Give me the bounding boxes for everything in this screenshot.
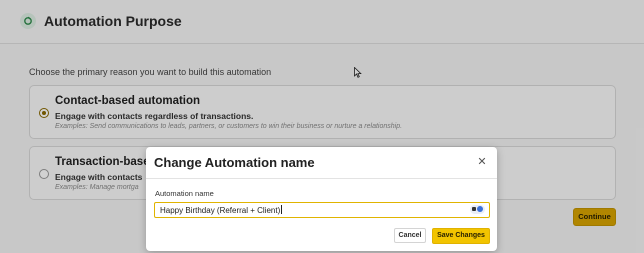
dialog-divider xyxy=(146,178,497,179)
save-changes-button[interactable]: Save Changes xyxy=(432,228,490,244)
text-caret xyxy=(281,205,283,214)
cancel-button[interactable]: Cancel xyxy=(394,228,426,243)
close-icon[interactable]: ✕ xyxy=(476,156,488,168)
automation-name-label: Automation name xyxy=(155,189,214,198)
dialog-title: Change Automation name xyxy=(154,155,315,170)
info-icon xyxy=(477,206,483,212)
automation-name-value: Happy Birthday (Referral + Client) xyxy=(160,205,283,215)
automation-name-input[interactable]: Happy Birthday (Referral + Client) xyxy=(154,202,490,218)
rename-automation-dialog: Change Automation name ✕ Automation name… xyxy=(146,147,497,251)
password-manager-icon[interactable] xyxy=(470,205,485,214)
lock-icon xyxy=(472,207,476,211)
automation-name-text: Happy Birthday (Referral + Client) xyxy=(160,206,281,215)
